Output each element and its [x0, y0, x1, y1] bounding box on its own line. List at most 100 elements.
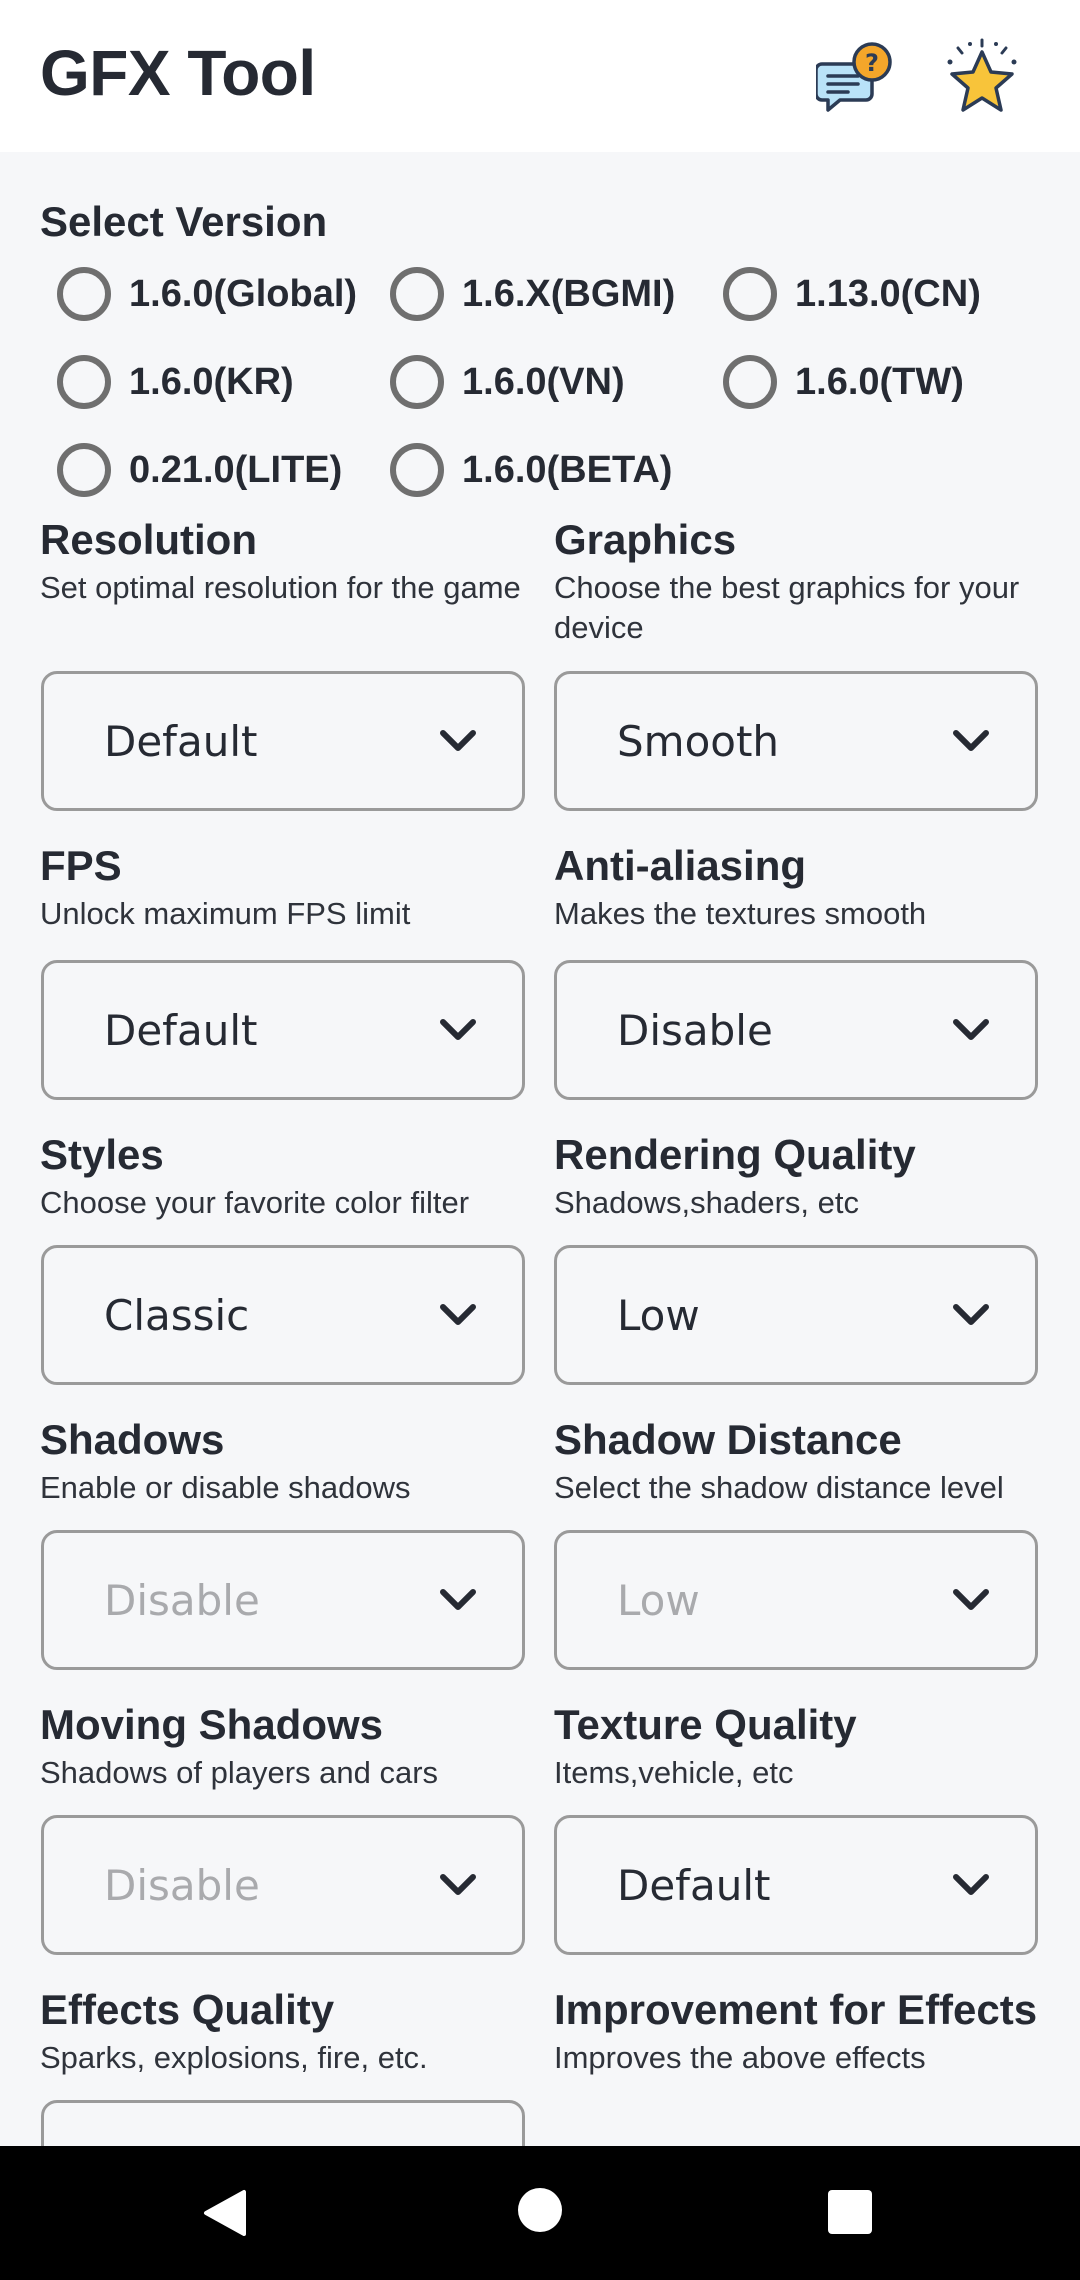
dropdown-value: Low — [617, 1575, 700, 1625]
chevron-down-icon — [953, 1874, 989, 1895]
setting-title: Styles — [40, 1131, 164, 1178]
setting-title: FPS — [40, 842, 122, 889]
setting-description: Makes the textures smooth — [554, 896, 927, 931]
radio-label: 1.6.0(VN) — [462, 360, 625, 403]
graphics-dropdown[interactable]: Smooth — [554, 671, 1038, 811]
radio-label: 1.6.X(BGMI) — [462, 272, 676, 315]
select-version-title: Select Version — [40, 198, 328, 245]
chevron-down-icon — [440, 1874, 476, 1895]
radio-button-icon[interactable] — [57, 355, 111, 409]
dropdown-value: Classic — [104, 1290, 250, 1340]
texture-quality-setting: Texture Quality Items,vehicle, etc — [554, 1699, 1040, 1793]
radio-label: 1.6.0(KR) — [129, 360, 294, 403]
dropdown-value: Smooth — [617, 716, 780, 766]
svg-text:?: ? — [865, 49, 879, 77]
resolution-setting: Resolution Set optimal resolution for th… — [40, 514, 526, 608]
setting-description: Enable or disable shadows — [40, 1470, 411, 1505]
setting-title: Rendering Quality — [554, 1131, 916, 1178]
setting-description: Set optimal resolution for the game — [40, 570, 521, 605]
version-radio-vn[interactable]: 1.6.0(VN) — [390, 352, 625, 412]
radio-label: 1.6.0(Global) — [129, 272, 358, 315]
fps-setting: FPS Unlock maximum FPS limit — [40, 840, 526, 934]
chevron-down-icon — [953, 730, 989, 751]
radio-button-icon[interactable] — [57, 267, 111, 321]
app-title: GFX Tool — [40, 37, 316, 109]
setting-description: Items,vehicle, etc — [554, 1755, 794, 1790]
chevron-down-icon — [440, 1304, 476, 1325]
app-bar: GFX Tool ? — [0, 0, 1080, 152]
texture-quality-dropdown[interactable]: Default — [554, 1815, 1038, 1955]
help-chat-icon[interactable]: ? — [814, 40, 896, 120]
radio-button-icon[interactable] — [57, 443, 111, 497]
chevron-down-icon — [440, 1589, 476, 1610]
effects-quality-setting: Effects Quality Sparks, explosions, fire… — [40, 1984, 526, 2078]
radio-button-icon[interactable] — [390, 267, 444, 321]
setting-description: Shadows,shaders, etc — [554, 1185, 860, 1220]
antialiasing-dropdown[interactable]: Disable — [554, 960, 1038, 1100]
shadow-distance-setting: Shadow Distance Select the shadow distan… — [554, 1414, 1040, 1508]
styles-dropdown[interactable]: Classic — [41, 1245, 525, 1385]
moving-shadows-setting: Moving Shadows Shadows of players and ca… — [40, 1699, 526, 1793]
version-radio-kr[interactable]: 1.6.0(KR) — [57, 352, 294, 412]
setting-title: Moving Shadows — [40, 1701, 384, 1748]
setting-description: Choose the best graphics for your device — [554, 570, 1020, 645]
dropdown-value: Default — [104, 716, 258, 766]
effects-quality-dropdown[interactable] — [41, 2100, 525, 2146]
setting-description: Unlock maximum FPS limit — [40, 896, 411, 931]
radio-label: 0.21.0(LITE) — [129, 448, 343, 491]
resolution-dropdown[interactable]: Default — [41, 671, 525, 811]
recents-icon[interactable] — [828, 2190, 872, 2234]
chevron-down-icon — [953, 1304, 989, 1325]
shadows-setting: Shadows Enable or disable shadows — [40, 1414, 526, 1508]
version-radio-cn[interactable]: 1.13.0(CN) — [723, 264, 981, 324]
setting-title: Texture Quality — [554, 1701, 857, 1748]
setting-title: Shadows — [40, 1416, 225, 1463]
setting-description: Shadows of players and cars — [40, 1755, 439, 1790]
shadow-distance-dropdown[interactable]: Low — [554, 1530, 1038, 1670]
dropdown-value: Default — [104, 1005, 258, 1055]
chevron-down-icon — [440, 1019, 476, 1040]
setting-title: Improvement for Effects — [554, 1986, 1038, 2033]
version-radio-tw[interactable]: 1.6.0(TW) — [723, 352, 964, 412]
radio-label: 1.6.0(TW) — [795, 360, 964, 403]
dropdown-value: Disable — [617, 1005, 773, 1055]
version-radio-global[interactable]: 1.6.0(Global) — [57, 264, 357, 324]
version-radio-beta[interactable]: 1.6.0(BETA) — [390, 440, 672, 500]
radio-button-icon[interactable] — [723, 267, 777, 321]
dropdown-value: Default — [617, 1860, 771, 1910]
setting-title: Anti-aliasing — [554, 842, 807, 889]
dropdown-value: Disable — [104, 1575, 260, 1625]
setting-description: Improves the above effects — [554, 2040, 926, 2075]
version-radio-bgmi[interactable]: 1.6.X(BGMI) — [390, 264, 675, 324]
dropdown-value: Disable — [104, 1860, 260, 1910]
setting-description: Choose your favorite color filter — [40, 1185, 470, 1220]
rendering-quality-dropdown[interactable]: Low — [554, 1245, 1038, 1385]
back-icon[interactable] — [200, 2188, 250, 2238]
chevron-down-icon — [440, 730, 476, 751]
radio-button-icon[interactable] — [723, 355, 777, 409]
moving-shadows-dropdown[interactable]: Disable — [41, 1815, 525, 1955]
radio-label: 1.6.0(BETA) — [462, 448, 673, 491]
version-radio-lite[interactable]: 0.21.0(LITE) — [57, 440, 342, 500]
fps-dropdown[interactable]: Default — [41, 960, 525, 1100]
graphics-setting: Graphics Choose the best graphics for yo… — [554, 514, 1040, 648]
rendering-quality-setting: Rendering Quality Shadows,shaders, etc — [554, 1129, 1040, 1223]
star-icon[interactable] — [940, 38, 1024, 122]
chevron-down-icon — [953, 1589, 989, 1610]
radio-label: 1.13.0(CN) — [795, 272, 981, 315]
setting-title: Effects Quality — [40, 1986, 335, 2033]
antialiasing-setting: Anti-aliasing Makes the textures smooth — [554, 840, 1040, 934]
radio-button-icon[interactable] — [390, 355, 444, 409]
settings-content[interactable]: Select Version 1.6.0(Global) 1.6.X(BGMI)… — [0, 152, 1080, 2146]
home-icon[interactable] — [518, 2188, 562, 2232]
setting-description: Sparks, explosions, fire, etc. — [40, 2040, 428, 2075]
radio-button-icon[interactable] — [390, 443, 444, 497]
setting-title: Graphics — [554, 516, 737, 563]
shadows-dropdown[interactable]: Disable — [41, 1530, 525, 1670]
setting-title: Resolution — [40, 516, 257, 563]
improvement-effects-setting: Improvement for Effects Improves the abo… — [554, 1984, 1054, 2078]
dropdown-value: Low — [617, 1290, 700, 1340]
chevron-down-icon — [953, 1019, 989, 1040]
styles-setting: Styles Choose your favorite color filter — [40, 1129, 526, 1223]
setting-title: Shadow Distance — [554, 1416, 902, 1463]
